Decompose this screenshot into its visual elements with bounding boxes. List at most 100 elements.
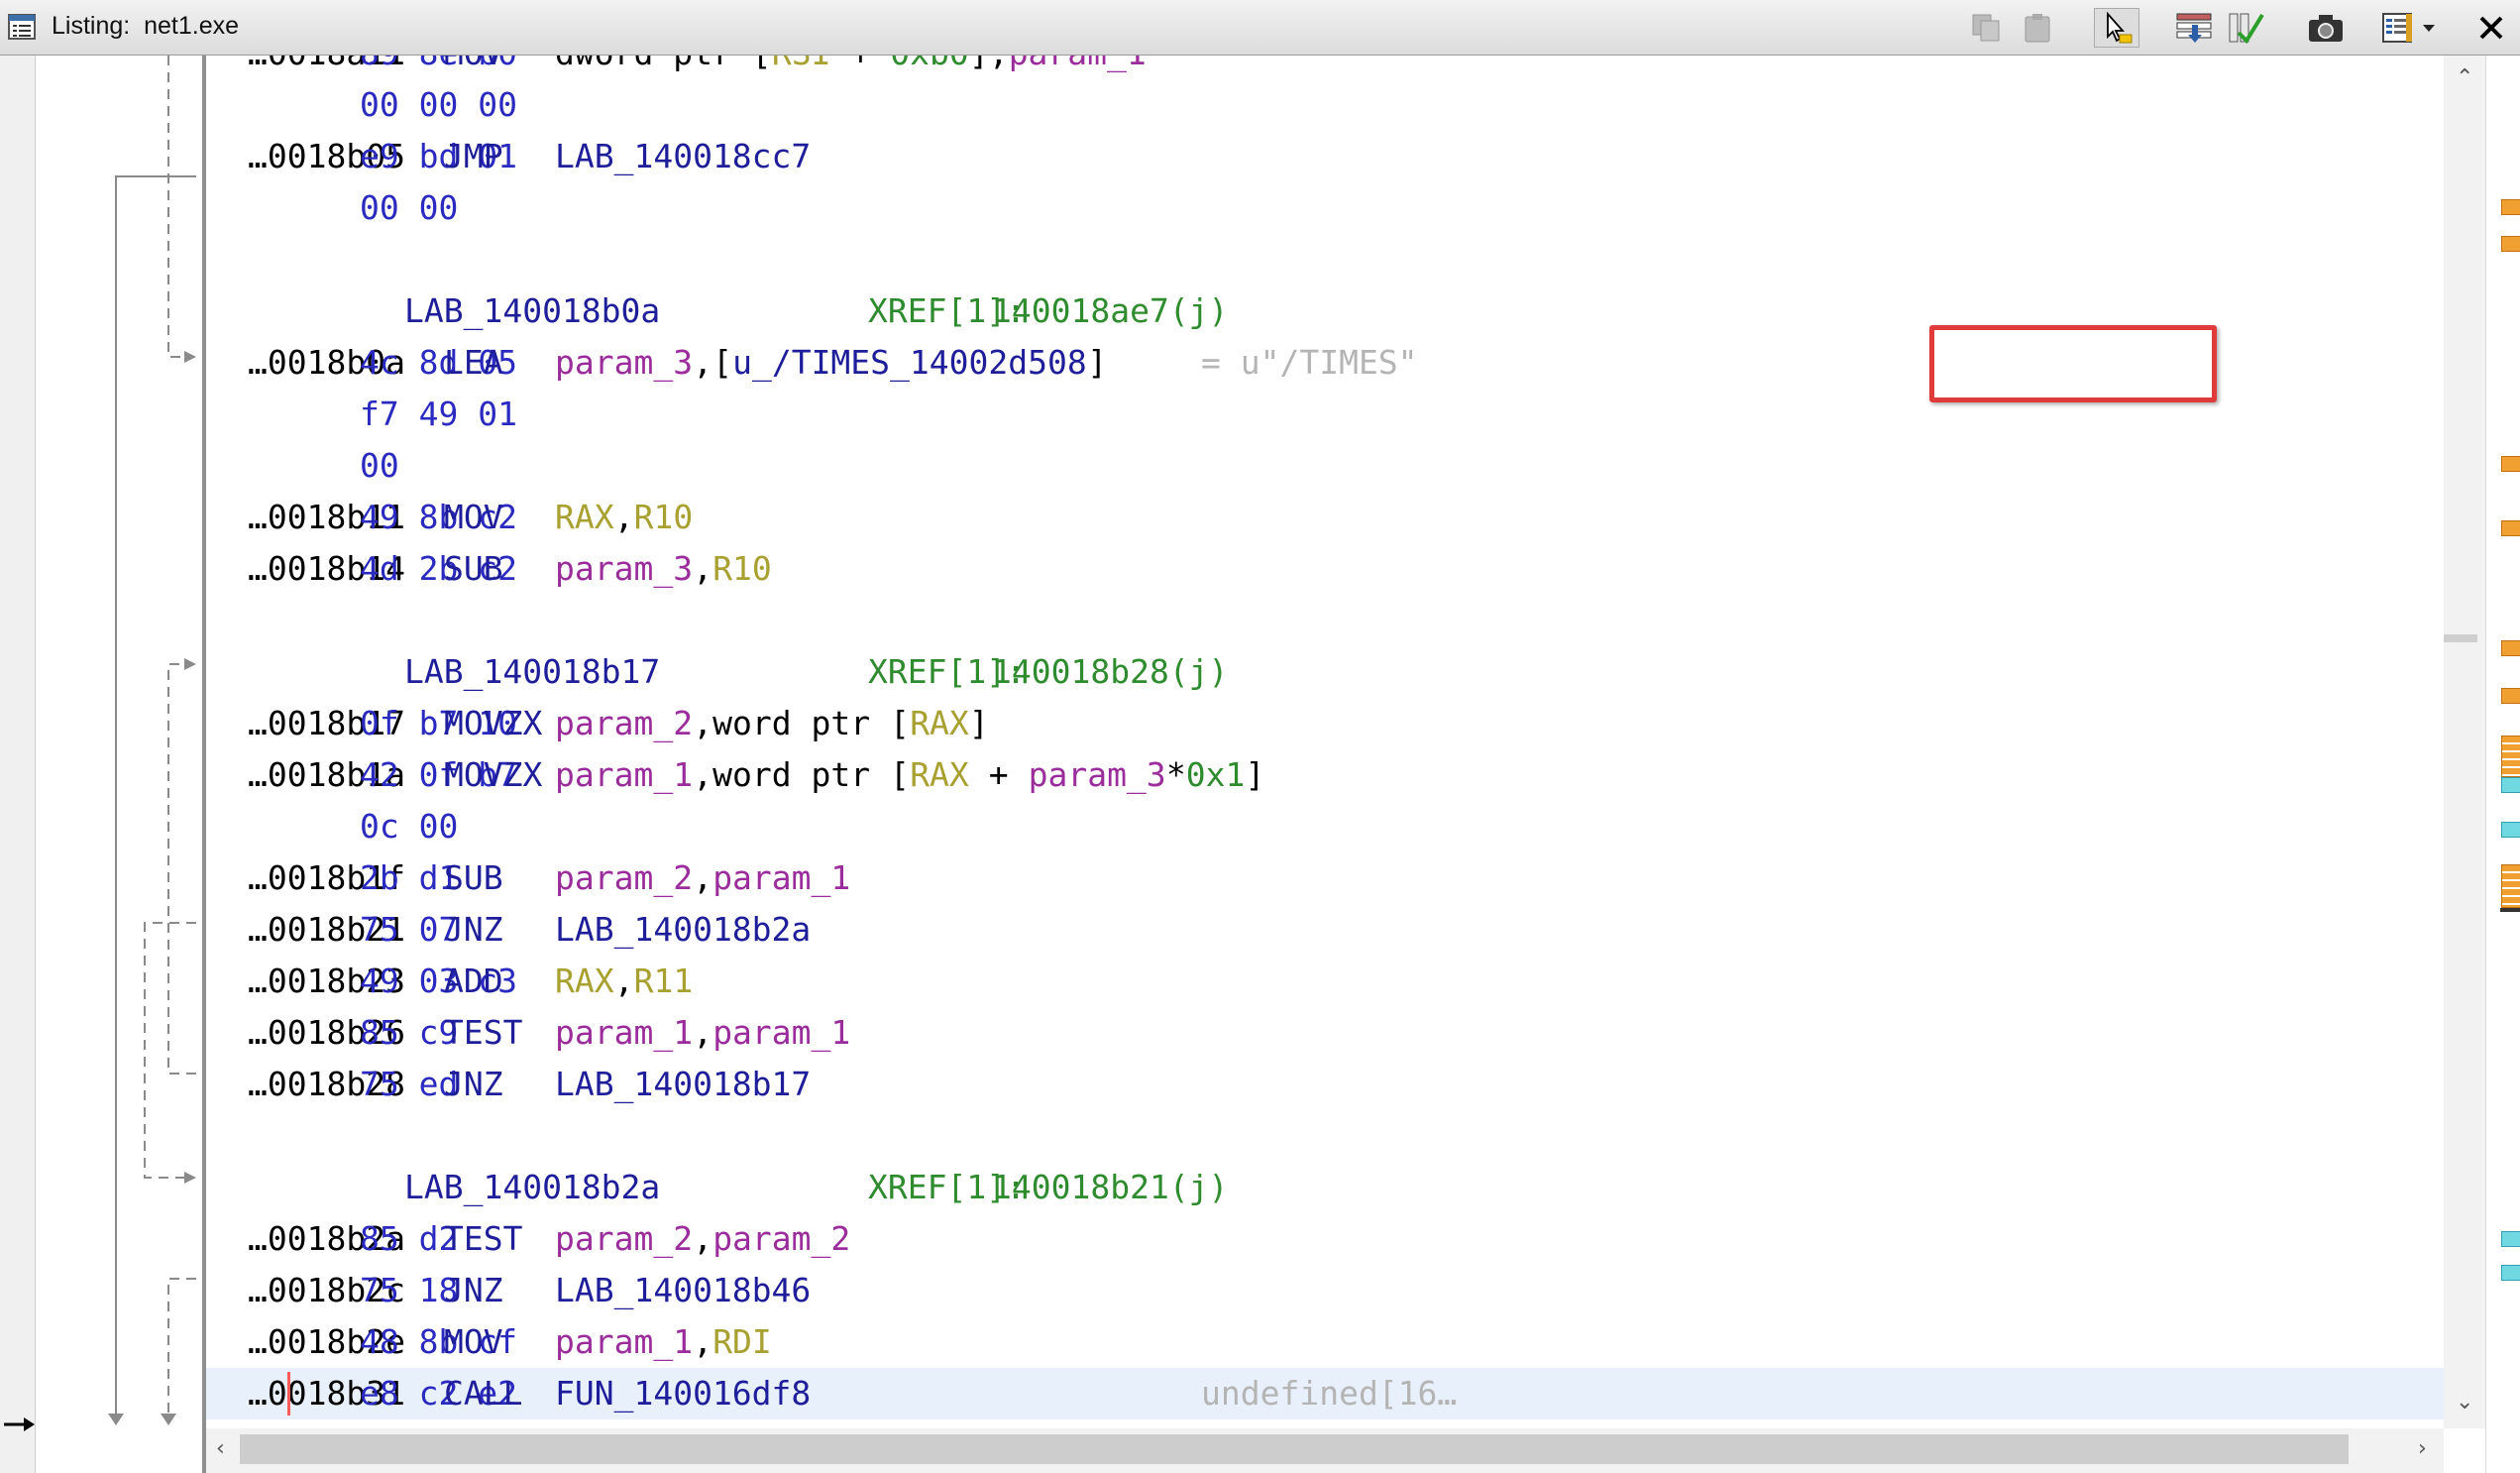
operand-text[interactable]: + bbox=[969, 749, 1029, 801]
eol-comment[interactable]: undefined[16… bbox=[1201, 1368, 1457, 1419]
overview-marker[interactable] bbox=[2501, 236, 2520, 252]
cursor-select-button[interactable] bbox=[2094, 8, 2139, 48]
overview-marker[interactable] bbox=[2501, 1231, 2520, 1247]
instruction-row[interactable]: …0018b05 e9 bd 01 JMP LAB_140018cc7 bbox=[206, 131, 2444, 182]
instruction-row[interactable]: …0018b26 85 c9 TEST param_1, param_1 bbox=[206, 1007, 2444, 1059]
flow-arrow-margin[interactable] bbox=[36, 56, 204, 1473]
edit-fields-button[interactable] bbox=[2224, 8, 2267, 48]
xref-address[interactable]: 140018b21(j) bbox=[992, 1162, 1228, 1213]
overview-marker[interactable] bbox=[2501, 777, 2520, 793]
operand-register[interactable]: RSI bbox=[772, 56, 831, 79]
operand-text[interactable]: ,[ bbox=[693, 337, 732, 389]
operand-text[interactable]: ] bbox=[1246, 749, 1265, 801]
overview-marker[interactable] bbox=[2501, 456, 2520, 472]
instruction-bytes[interactable]: 00 bbox=[360, 440, 399, 492]
overview-marker[interactable] bbox=[2501, 199, 2520, 215]
operand-text[interactable]: , bbox=[693, 1007, 712, 1059]
mnemonic[interactable]: JNZ bbox=[444, 904, 503, 956]
mnemonic[interactable]: JNZ bbox=[444, 1265, 503, 1316]
operand-param[interactable]: param_3 bbox=[555, 337, 693, 389]
instruction-row[interactable]: …0018b2a 85 d2 TEST param_2, param_2 bbox=[206, 1213, 2444, 1265]
mnemonic[interactable]: TEST bbox=[444, 1007, 522, 1059]
operand-text[interactable]: ] bbox=[969, 698, 989, 749]
instruction-row[interactable]: …0018b21 75 07 JNZ LAB_140018b2a bbox=[206, 904, 2444, 956]
overview-marker[interactable] bbox=[2501, 688, 2520, 704]
instruction-row[interactable]: …0018b11 49 8b c2 MOV RAX, R10 bbox=[206, 492, 2444, 543]
instruction-bytes-continuation[interactable]: ff ff bbox=[206, 1419, 2444, 1428]
instruction-row[interactable]: …0018b28 75 ed JNZ LAB_140018b17 bbox=[206, 1059, 2444, 1110]
horizontal-scroll-thumb[interactable] bbox=[240, 1434, 2349, 1464]
instruction-row[interactable]: …0018b14 4d 2b c2 SUB param_3, R10 bbox=[206, 543, 2444, 595]
paste-button[interactable] bbox=[2019, 8, 2058, 48]
operand-param[interactable]: param_2 bbox=[555, 852, 693, 904]
overview-marker[interactable] bbox=[2501, 864, 2520, 908]
mnemonic[interactable]: MOV bbox=[444, 1316, 503, 1368]
instruction-bytes[interactable]: 00 00 00 bbox=[360, 79, 517, 131]
operand-label[interactable]: LAB_140018b17 bbox=[555, 1059, 811, 1110]
vertical-scrollbar[interactable]: ⌃ ⌄ bbox=[2444, 56, 2485, 1428]
xref-address[interactable]: 140018b28(j) bbox=[992, 646, 1228, 698]
operand-text[interactable]: , bbox=[614, 956, 634, 1007]
eol-comment[interactable]: = u"/TIMES" bbox=[1201, 337, 1418, 389]
operand-text[interactable]: , bbox=[614, 492, 634, 543]
mnemonic[interactable]: CALL bbox=[444, 1368, 522, 1419]
operand-label[interactable]: LAB_140018cc7 bbox=[555, 131, 811, 182]
code-label[interactable]: LAB_140018b17 bbox=[404, 646, 660, 698]
operand-text[interactable]: , bbox=[693, 852, 712, 904]
vertical-scroll-thumb[interactable] bbox=[2444, 634, 2477, 642]
mnemonic[interactable]: MOVZX bbox=[444, 749, 542, 801]
instruction-bytes[interactable]: 0c 00 bbox=[360, 801, 458, 852]
operand-register[interactable]: R11 bbox=[634, 956, 694, 1007]
operand-register[interactable]: RAX bbox=[910, 698, 969, 749]
operand-param[interactable]: param_1 bbox=[555, 1007, 693, 1059]
instruction-bytes-continuation[interactable]: 00 00 bbox=[206, 182, 2444, 234]
mnemonic[interactable]: TEST bbox=[444, 1213, 522, 1265]
scroll-down-icon[interactable]: ⌄ bbox=[2456, 1392, 2473, 1414]
mnemonic[interactable]: MOV bbox=[444, 492, 503, 543]
copy-button[interactable] bbox=[1967, 8, 2007, 48]
overview-marker[interactable] bbox=[2501, 640, 2520, 656]
scroll-right-icon[interactable]: › bbox=[2418, 1438, 2427, 1460]
display-options-button[interactable] bbox=[2378, 8, 2418, 48]
mnemonic[interactable]: MOVZX bbox=[444, 698, 542, 749]
operand-register[interactable]: RAX bbox=[555, 956, 614, 1007]
operand-register[interactable]: RAX bbox=[555, 492, 614, 543]
mnemonic[interactable]: LEA bbox=[444, 337, 503, 389]
operand-text[interactable]: , bbox=[693, 1213, 712, 1265]
operand-param[interactable]: param_1 bbox=[555, 749, 693, 801]
mnemonic[interactable]: JNZ bbox=[444, 1059, 503, 1110]
operand-label[interactable]: FUN_140016df8 bbox=[555, 1368, 811, 1419]
label-row[interactable]: LAB_140018b17 XREF[1]: 140018b28(j) bbox=[206, 646, 2444, 698]
display-options-dropdown[interactable] bbox=[2418, 8, 2440, 48]
operand-label[interactable]: u_/TIMES_14002d508 bbox=[732, 337, 1087, 389]
operand-text[interactable]: * bbox=[1166, 749, 1186, 801]
operand-register[interactable]: RAX bbox=[910, 749, 969, 801]
overview-marker[interactable] bbox=[2501, 520, 2520, 536]
scroll-up-icon[interactable]: ⌃ bbox=[2456, 67, 2473, 89]
operand-text[interactable]: , bbox=[693, 1316, 712, 1368]
overview-marker[interactable] bbox=[2501, 1265, 2520, 1281]
operand-text[interactable]: ,word ptr [ bbox=[693, 749, 910, 801]
listing-panel[interactable]: …0018a1189 8e b0MOVdword ptr [RSI + 0xb0… bbox=[206, 56, 2444, 1428]
instruction-row[interactable]: …0018b17 0f b7 10 MOVZX param_2 ,word ptr [R… bbox=[206, 698, 2444, 749]
operand-text[interactable]: ] bbox=[1087, 337, 1107, 389]
current-instruction-row[interactable]: …0018b31 e8 c2 e2 CALL FUN_140016df8 undefin… bbox=[206, 1368, 2444, 1419]
operand-label[interactable]: LAB_140018b2a bbox=[555, 904, 811, 956]
instruction-bytes[interactable]: 00 00 bbox=[360, 182, 458, 234]
instruction-bytes-continuation[interactable]: 00 00 00 bbox=[206, 79, 2444, 131]
code-label[interactable]: LAB_140018b2a bbox=[404, 1162, 660, 1213]
operand-register[interactable]: R10 bbox=[634, 492, 694, 543]
operand-param[interactable]: param_2 bbox=[555, 1213, 693, 1265]
instruction-bytes-continuation[interactable]: 0c 00 bbox=[206, 801, 2444, 852]
mnemonic[interactable]: ADD bbox=[444, 956, 503, 1007]
operand-param[interactable]: param_3 bbox=[1029, 749, 1166, 801]
operand-text[interactable]: , bbox=[693, 543, 712, 595]
operand-param[interactable]: param_2 bbox=[555, 698, 693, 749]
mnemonic[interactable]: SUB bbox=[444, 852, 503, 904]
xref-address[interactable]: 140018ae7(j) bbox=[992, 285, 1228, 337]
snapshot-fields-button[interactable] bbox=[2172, 8, 2216, 48]
code-label[interactable]: LAB_140018b0a bbox=[404, 285, 660, 337]
operand-text[interactable]: + bbox=[831, 56, 891, 79]
overview-marker[interactable] bbox=[2501, 822, 2520, 838]
label-row[interactable]: LAB_140018b2a XREF[1]: 140018b21(j) bbox=[206, 1162, 2444, 1213]
